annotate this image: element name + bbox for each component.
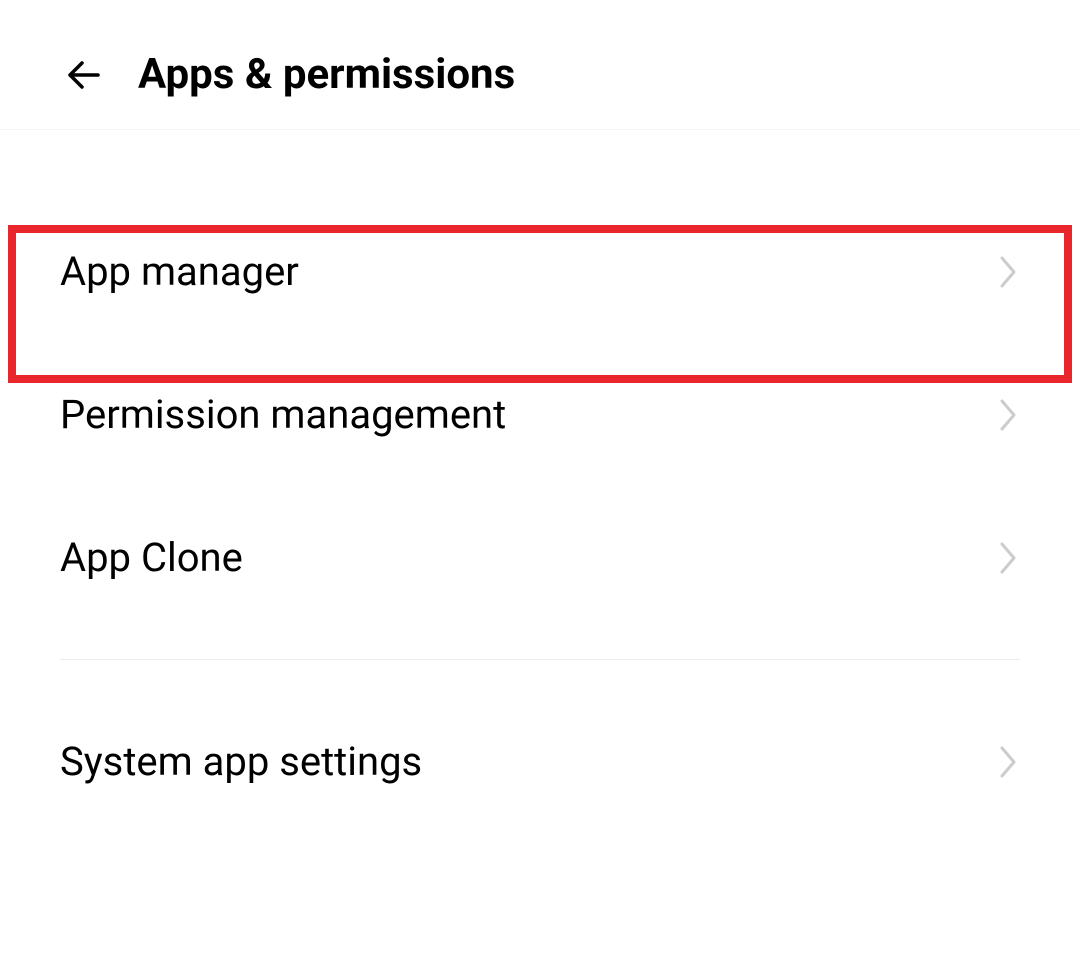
chevron-right-icon xyxy=(996,260,1020,284)
list-item-app-manager[interactable]: App manager xyxy=(0,200,1080,343)
list-item-system-app-settings[interactable]: System app settings xyxy=(0,690,1080,833)
page-title: Apps & permissions xyxy=(138,50,515,99)
header: Apps & permissions xyxy=(0,0,1080,130)
list-item-app-clone[interactable]: App Clone xyxy=(0,486,1080,629)
list-item-permission-management[interactable]: Permission management xyxy=(0,343,1080,486)
list-item-label: Permission management xyxy=(60,391,506,438)
back-icon[interactable] xyxy=(60,51,108,99)
list-item-label: App manager xyxy=(60,248,299,295)
divider xyxy=(60,659,1020,660)
chevron-right-icon xyxy=(996,546,1020,570)
chevron-right-icon xyxy=(996,403,1020,427)
arrow-left-icon xyxy=(60,51,108,99)
list-item-label: System app settings xyxy=(60,738,422,785)
content-list: App manager Permission management App Cl… xyxy=(0,130,1080,833)
list-item-label: App Clone xyxy=(60,534,243,581)
chevron-right-icon xyxy=(996,750,1020,774)
